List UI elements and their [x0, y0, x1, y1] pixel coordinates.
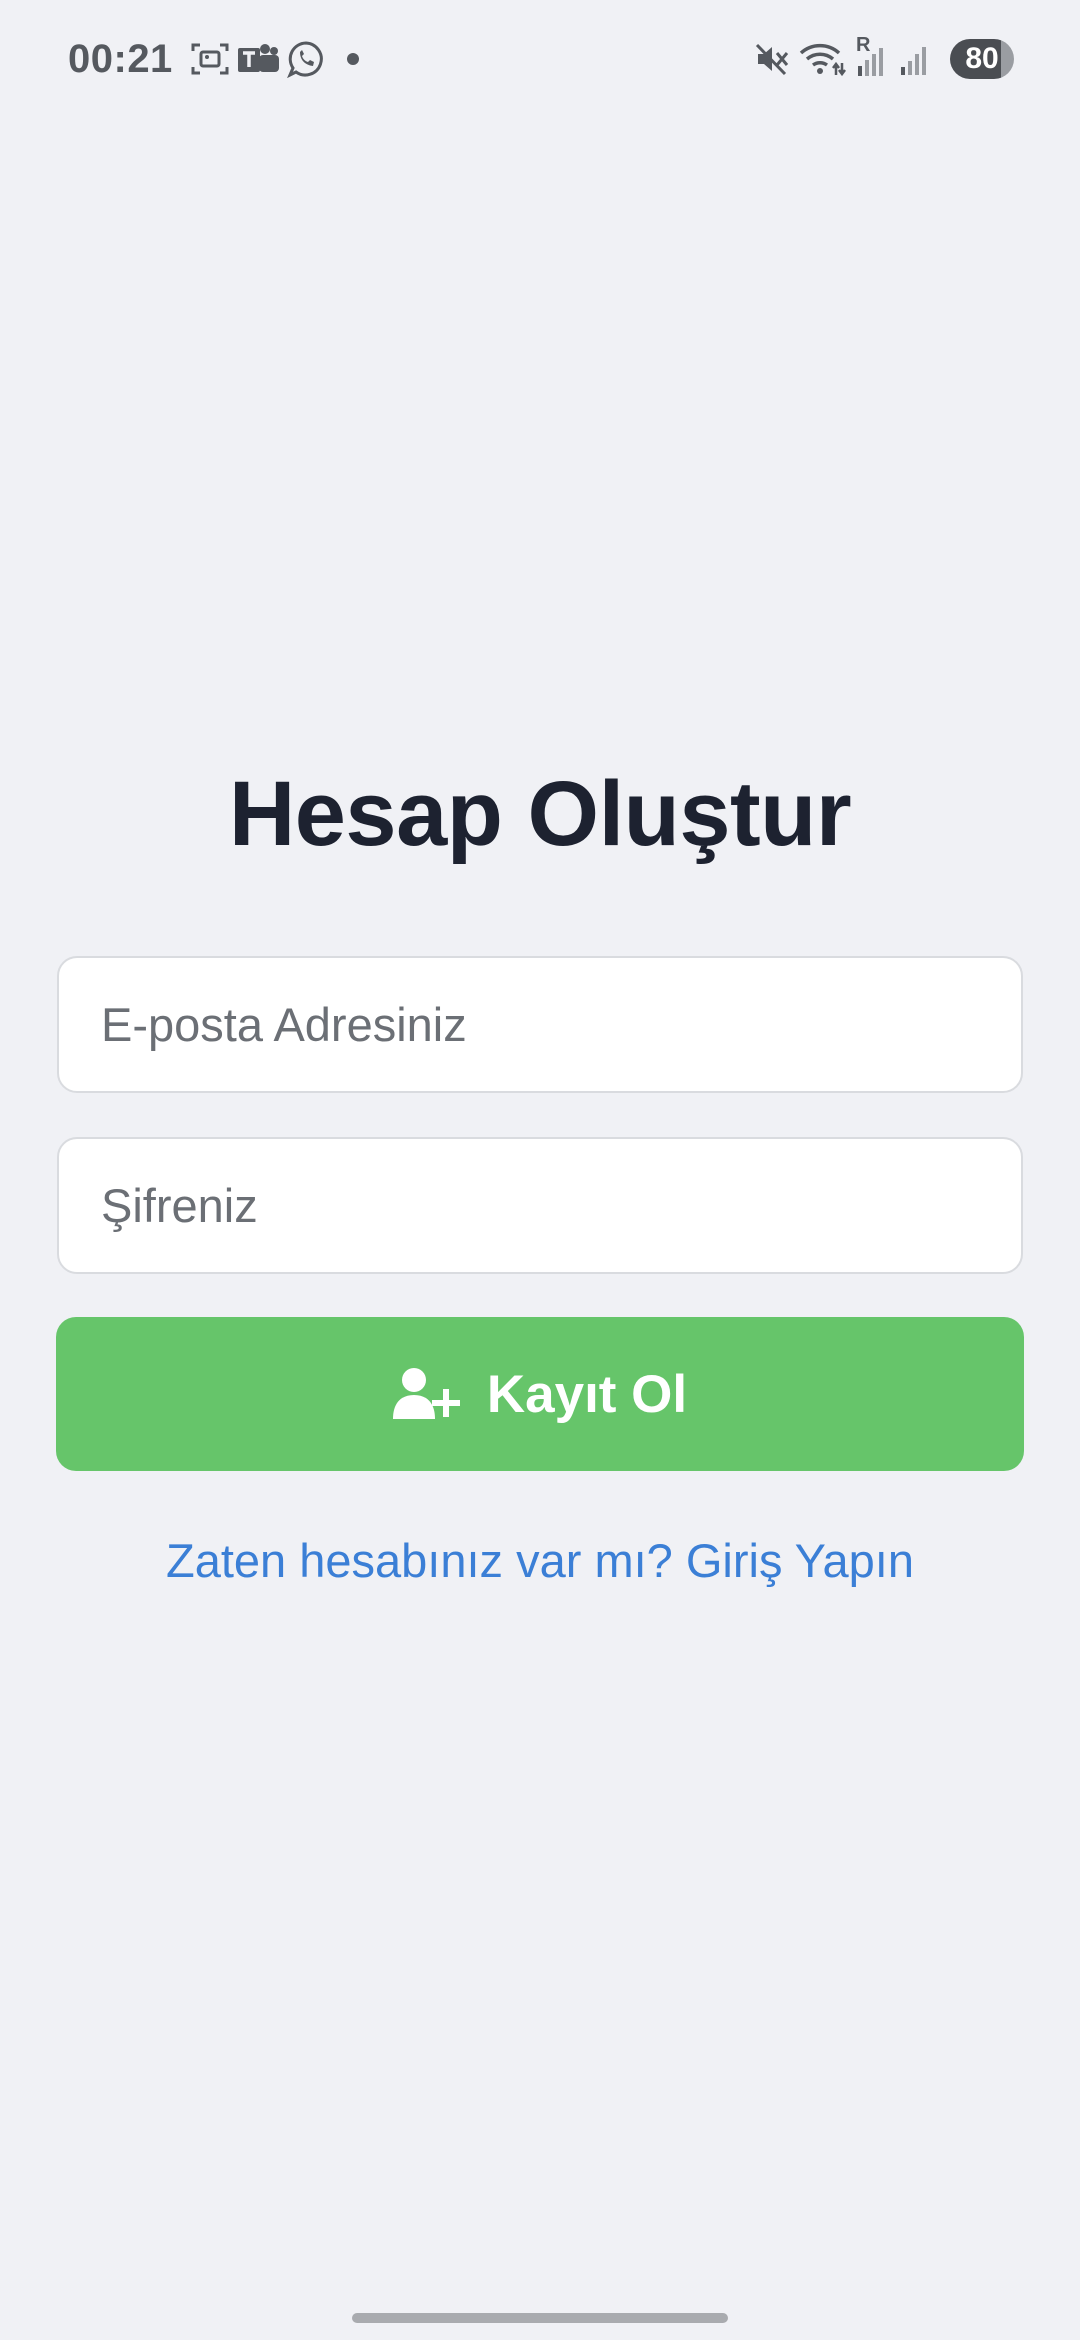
register-button-label: Kayıt Ol [486, 1364, 688, 1424]
email-field[interactable] [57, 956, 1023, 1093]
user-plus-icon [392, 1367, 461, 1421]
password-field[interactable] [57, 1137, 1023, 1274]
mute-icon [754, 41, 790, 77]
login-link[interactable]: Zaten hesabınız var mı? Giriş Yapın [0, 1533, 1080, 1588]
status-time: 00:21 [68, 36, 173, 81]
signal-roaming-icon: R [854, 34, 890, 78]
status-bar-left: 00:21 [68, 37, 359, 82]
status-bar-right: R 80 [754, 34, 1014, 79]
whatsapp-icon [286, 40, 325, 78]
status-bar: 00:21 R 80 [0, 0, 1080, 118]
home-indicator[interactable] [352, 2313, 728, 2323]
roaming-label: R [856, 34, 871, 56]
page-title: Hesap Oluştur [228, 763, 852, 865]
wifi-icon [798, 41, 846, 77]
register-button[interactable]: Kayıt Ol [56, 1317, 1024, 1471]
register-screen: 00:21 R 80 Hesap Oluştur E-posta Adresin… [0, 0, 1080, 2340]
notification-dot-icon [346, 53, 359, 65]
signal-icon [898, 41, 932, 77]
teams-icon [237, 42, 279, 76]
screenshot-icon [191, 42, 229, 76]
battery-indicator: 80 [950, 39, 1014, 79]
